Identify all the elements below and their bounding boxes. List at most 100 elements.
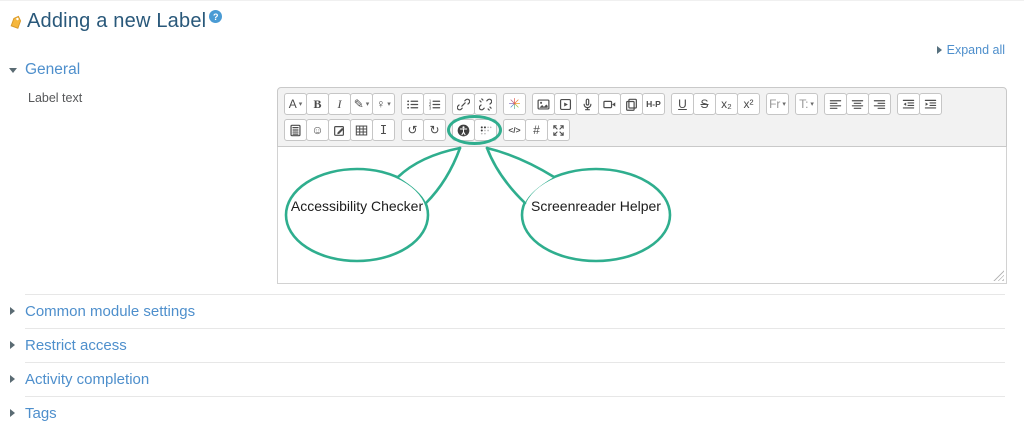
clear-formatting-button[interactable]: I xyxy=(372,119,395,141)
accessibility-checker-icon xyxy=(457,124,470,137)
insert-h5p-button[interactable]: H-P xyxy=(642,93,665,115)
align-left-button[interactable] xyxy=(824,93,847,115)
button-group: H-P xyxy=(532,93,665,115)
section-link[interactable]: Activity completion xyxy=(25,363,149,388)
button-group: T: ▾ xyxy=(795,93,818,115)
html-button[interactable]: </> xyxy=(503,119,526,141)
screenreader-helper-icon xyxy=(479,124,492,137)
editor-resize-handle[interactable] xyxy=(993,270,1004,281)
equation-icon xyxy=(289,124,302,137)
background-color-button[interactable]: ♀ ▾ xyxy=(372,93,395,115)
insert-character-button[interactable]: # xyxy=(525,119,548,141)
toolbar-row: A ▾ B I ✎ ▾ ♀ ▾ 1 2 3 ✳ H-P U Sx₂ x² Fr ▾ T: ▾ xyxy=(284,93,1000,115)
chevron-down-icon xyxy=(9,67,17,73)
help-icon[interactable]: ? xyxy=(209,10,223,23)
section-link[interactable]: Common module settings xyxy=(25,295,195,320)
indent-icon xyxy=(924,98,937,111)
chevron-down-icon: ▾ xyxy=(387,101,391,108)
italic-icon: I xyxy=(337,97,342,111)
button-group xyxy=(452,93,497,115)
background-color-icon: ♀ xyxy=(376,97,386,111)
font-family-button[interactable]: Fr ▾ xyxy=(766,93,789,115)
font-family-icon: Fr xyxy=(769,97,781,111)
section-activity-completion: Activity completion xyxy=(10,362,1005,396)
expand-all-link[interactable]: Expand all xyxy=(936,43,1005,57)
outdent-button[interactable] xyxy=(897,93,920,115)
font-color-icon: ✎ xyxy=(353,97,364,111)
chevron-down-icon: ▾ xyxy=(365,101,370,108)
insert-media-icon xyxy=(559,98,572,111)
ordered-list-icon: 123 xyxy=(428,98,441,111)
record-video-button[interactable] xyxy=(598,93,621,115)
align-right-icon xyxy=(873,98,886,111)
chart-icon xyxy=(333,124,346,137)
page-title: Adding a new Label xyxy=(27,10,207,32)
strikethrough-button[interactable]: S xyxy=(693,93,716,115)
font-size-button[interactable]: T: ▾ xyxy=(795,93,818,115)
section-link[interactable]: Restrict access xyxy=(25,329,127,354)
page-header: Adding a new Label ? xyxy=(8,10,223,33)
button-group: ✳ xyxy=(503,93,526,115)
emoji-picker-icon: ✳ xyxy=(508,95,521,113)
unlink-button[interactable] xyxy=(474,93,497,115)
align-center-button[interactable] xyxy=(846,93,869,115)
font-style-button[interactable]: A ▾ xyxy=(284,93,307,115)
table-button[interactable] xyxy=(350,119,373,141)
chevron-right-icon xyxy=(10,307,15,315)
button-group: A ▾ B I ✎ ▾ ♀ ▾ xyxy=(284,93,395,115)
insert-image-button[interactable] xyxy=(532,93,555,115)
chevron-down-icon: ▾ xyxy=(298,101,303,108)
align-right-button[interactable] xyxy=(868,93,891,115)
link-icon xyxy=(457,98,470,111)
button-group: 123 xyxy=(401,93,446,115)
section-restrict-access: Restrict access xyxy=(10,328,1005,362)
subscript-button[interactable]: x₂ xyxy=(715,93,738,115)
manage-files-button[interactable] xyxy=(620,93,643,115)
insert-image-icon xyxy=(537,98,550,111)
manage-files-icon xyxy=(625,98,638,111)
fullscreen-button[interactable] xyxy=(547,119,570,141)
italic-button[interactable]: I xyxy=(328,93,351,115)
link-button[interactable] xyxy=(452,93,475,115)
chart-button[interactable] xyxy=(328,119,351,141)
font-size-icon: T: xyxy=(799,97,809,111)
bold-icon: B xyxy=(313,97,322,111)
insert-media-button[interactable] xyxy=(554,93,577,115)
screenreader-helper-button[interactable] xyxy=(474,119,497,141)
section-general-header[interactable]: General xyxy=(9,61,80,79)
section-general-label: General xyxy=(25,61,81,78)
unordered-list-button[interactable] xyxy=(401,93,424,115)
accessibility-checker-button[interactable] xyxy=(452,119,475,141)
chevron-right-icon xyxy=(10,341,15,349)
emoticon-icon: ☺ xyxy=(311,123,324,137)
svg-text:3: 3 xyxy=(429,105,432,110)
redo-button[interactable]: ↻ xyxy=(423,119,446,141)
html-icon: </> xyxy=(508,124,521,135)
add-label-page: Adding a new Label ? Expand all General … xyxy=(0,0,1024,427)
insert-character-icon: # xyxy=(533,123,540,137)
emoji-picker-button[interactable]: ✳ xyxy=(503,93,526,115)
font-color-button[interactable]: ✎ ▾ xyxy=(350,93,373,115)
bold-button[interactable]: B xyxy=(306,93,329,115)
button-group xyxy=(897,93,942,115)
ordered-list-button[interactable]: 123 xyxy=(423,93,446,115)
label-text-editor[interactable] xyxy=(277,147,1007,284)
button-group: U Sx₂ x² xyxy=(671,93,760,115)
atto-editor: A ▾ B I ✎ ▾ ♀ ▾ 1 2 3 ✳ H-P U Sx₂ x² Fr ▾ T: ▾ ☺ I ↺ ↻ </> # xyxy=(277,87,1007,284)
superscript-button[interactable]: x² xyxy=(737,93,760,115)
undo-icon: ↺ xyxy=(407,123,418,137)
outdent-icon xyxy=(902,98,915,111)
section-link[interactable]: Tags xyxy=(25,397,57,422)
indent-button[interactable] xyxy=(919,93,942,115)
record-audio-button[interactable] xyxy=(576,93,599,115)
align-left-icon xyxy=(829,98,842,111)
equation-button[interactable] xyxy=(284,119,307,141)
table-icon xyxy=(355,124,368,137)
underline-button[interactable]: U xyxy=(671,93,694,115)
fullscreen-icon xyxy=(552,124,565,137)
emoticon-button[interactable]: ☺ xyxy=(306,119,329,141)
chevron-right-icon xyxy=(936,46,942,54)
unlink-icon xyxy=(479,97,492,111)
undo-button[interactable]: ↺ xyxy=(401,119,424,141)
button-group: Fr ▾ xyxy=(766,93,789,115)
